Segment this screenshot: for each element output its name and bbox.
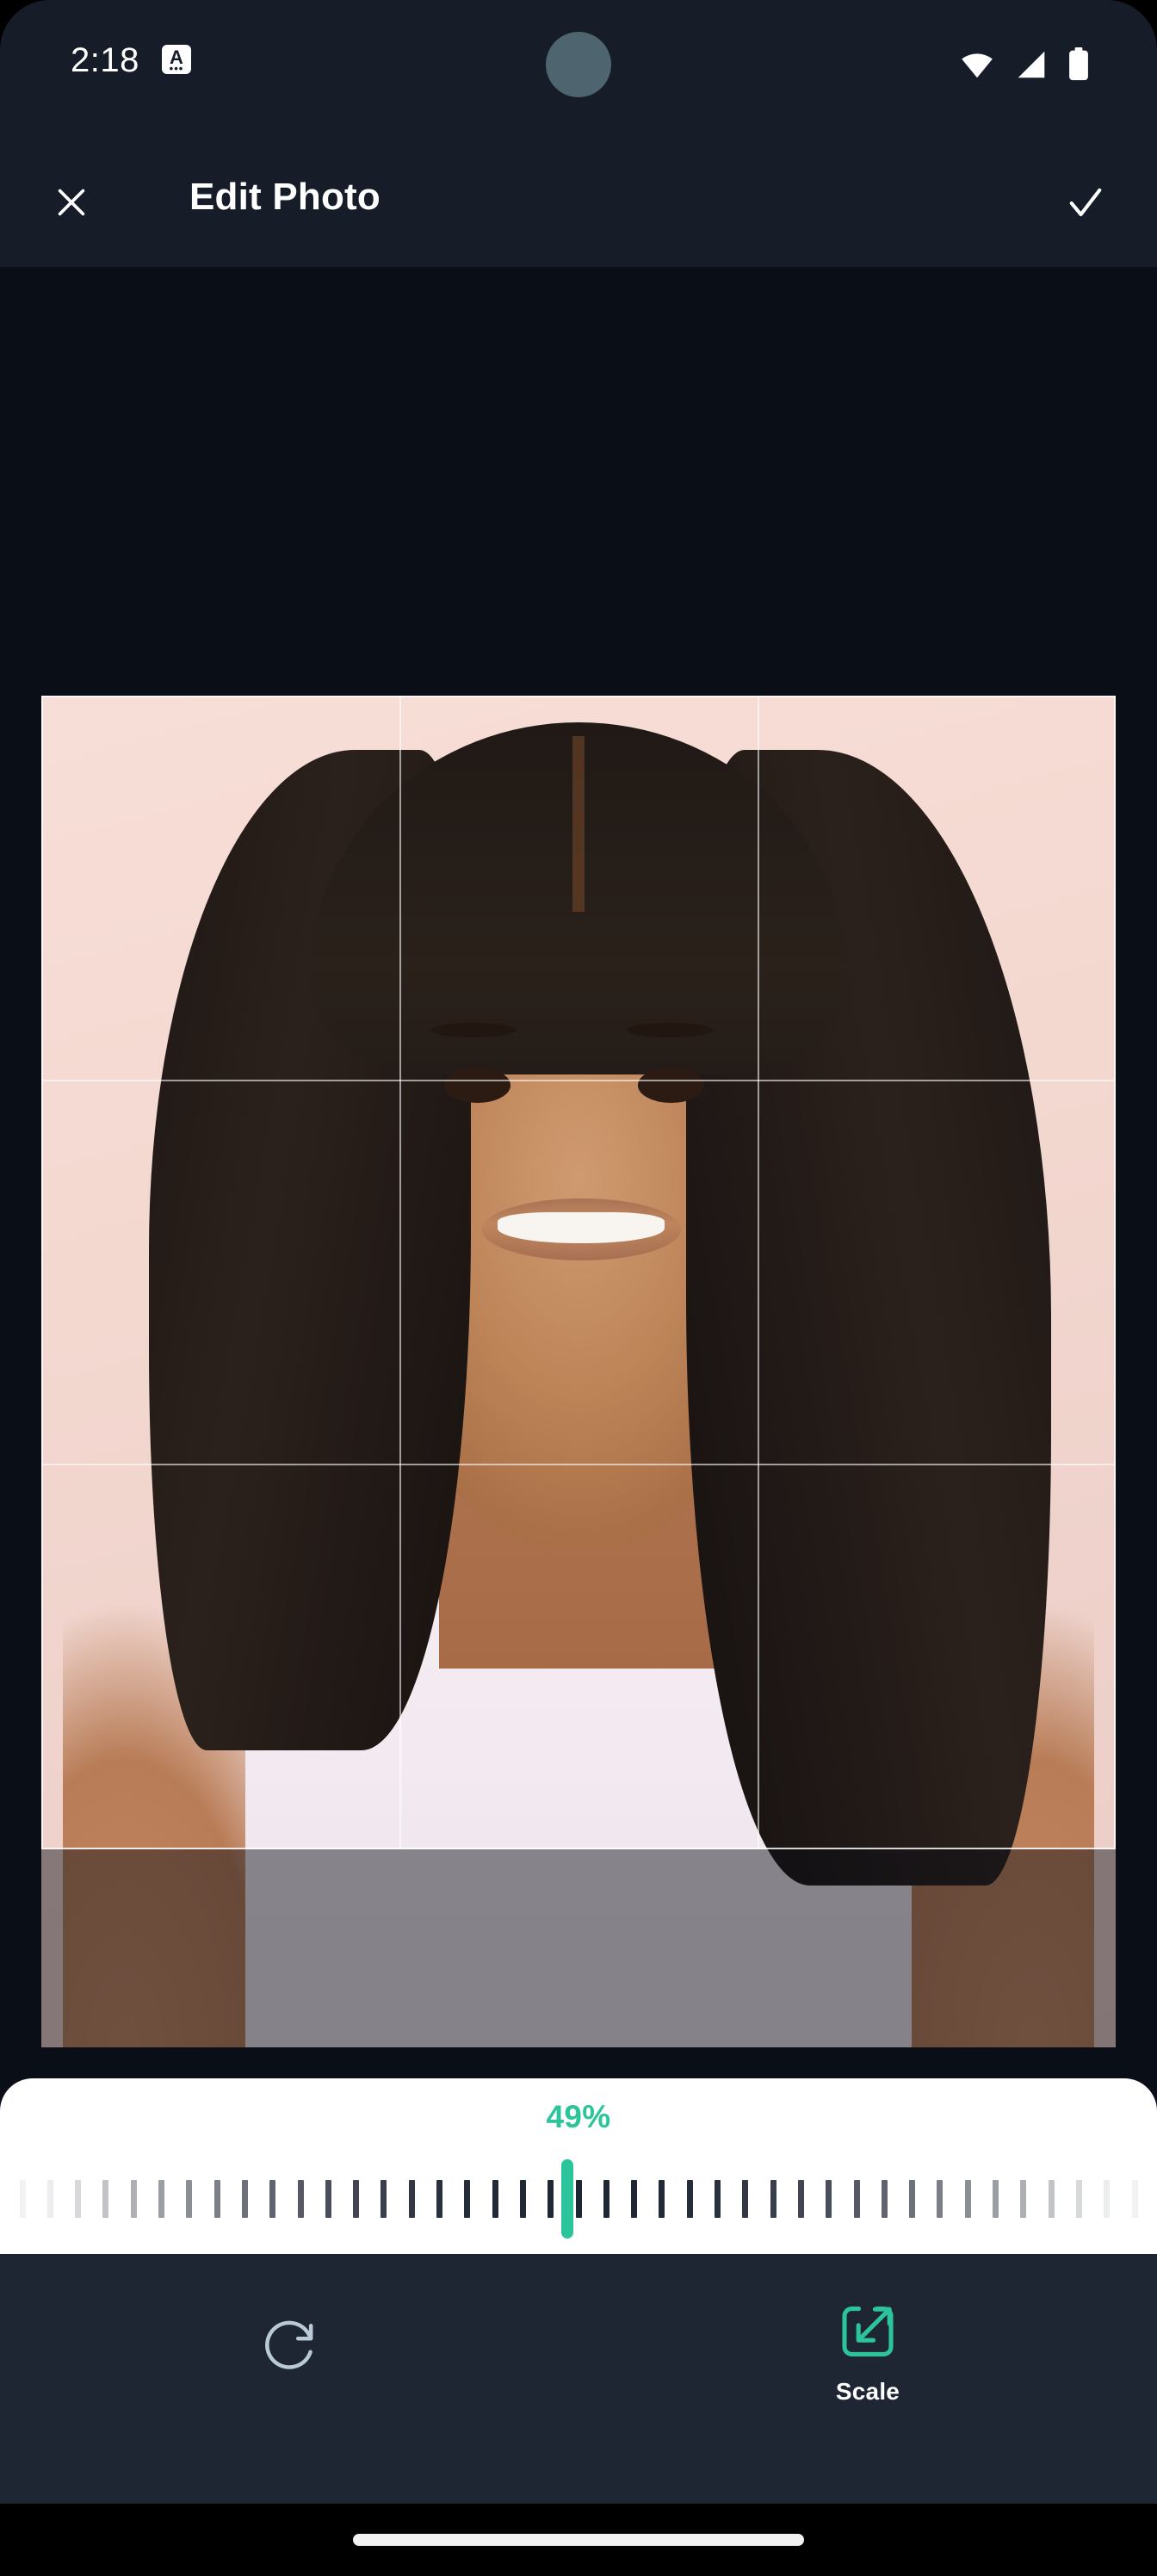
ruler-tick — [826, 2180, 832, 2218]
check-icon — [1069, 188, 1102, 217]
bottom-toolbar: Scale — [0, 2254, 1157, 2504]
photo-subject-eye-right — [637, 1067, 704, 1103]
ruler-tick — [297, 2180, 304, 2218]
photo-image[interactable] — [41, 696, 1116, 2047]
ruler-tick — [909, 2180, 916, 2218]
crop-dim-bottom — [41, 1849, 1116, 2047]
ruler-tick — [381, 2180, 387, 2218]
ruler-tick — [797, 2180, 804, 2218]
ruler-tick — [1104, 2180, 1111, 2218]
scale-ruler[interactable] — [0, 2159, 1157, 2239]
ruler-tick — [102, 2180, 109, 2218]
photo-subject-teeth — [498, 1211, 665, 1243]
photo-bitmap — [41, 696, 1116, 2047]
photo-subject-hair-part — [572, 736, 585, 913]
ruler-tick — [130, 2180, 137, 2218]
close-button[interactable] — [43, 174, 100, 231]
ruler-tick — [408, 2180, 415, 2218]
ruler-tick — [213, 2180, 220, 2218]
battery-icon — [1069, 47, 1088, 81]
ruler-tick — [659, 2180, 665, 2218]
ruler-tick — [603, 2180, 609, 2218]
scale-tool-button[interactable]: Scale — [578, 2254, 1157, 2504]
scale-value-label: 49% — [546, 2099, 611, 2134]
status-icons-group — [959, 47, 1090, 82]
alarm-or-app-badge-icon: A ••• — [162, 45, 191, 74]
scale-icon — [842, 2307, 894, 2356]
scale-tool-label: Scale — [835, 2378, 900, 2405]
ruler-tick — [75, 2180, 82, 2218]
ruler-tick — [519, 2180, 526, 2218]
scale-slider-panel[interactable]: 49% — [0, 2078, 1157, 2254]
ruler-tick — [186, 2180, 193, 2218]
ruler-tick — [631, 2180, 638, 2218]
ruler-tick — [46, 2180, 53, 2218]
cellular-signal-icon — [1018, 51, 1045, 78]
ruler-tick — [548, 2180, 554, 2218]
navigation-bar — [0, 2504, 1157, 2576]
photo-editor-canvas[interactable] — [0, 267, 1157, 2161]
rotate-icon — [265, 2320, 313, 2369]
camera-cutout — [546, 32, 611, 97]
ruler-tick — [686, 2180, 693, 2218]
ruler-tick — [464, 2180, 471, 2218]
status-time: 2:18 — [71, 41, 139, 79]
ruler-tick — [937, 2180, 944, 2218]
ruler-tick — [853, 2180, 860, 2218]
ruler-tick — [1048, 2180, 1055, 2218]
scale-slider-thumb[interactable] — [561, 2159, 574, 2239]
ruler-tick — [993, 2180, 999, 2218]
ruler-tick — [575, 2180, 582, 2218]
ruler-tick — [742, 2180, 749, 2218]
photo-subject-eyebrow-left — [430, 1022, 517, 1038]
ruler-tick — [436, 2180, 442, 2218]
close-icon — [58, 189, 85, 216]
ruler-tick — [269, 2180, 276, 2218]
phone-screenshot: 2:18 A ••• Edit Photo 49% Scale — [0, 0, 1157, 2576]
ruler-tick — [881, 2180, 888, 2218]
photo-subject-eye-left — [444, 1067, 511, 1103]
rotate-tool-button[interactable] — [0, 2254, 578, 2504]
badge-dots: ••• — [169, 62, 184, 74]
ruler-tick — [492, 2180, 498, 2218]
confirm-button[interactable] — [1057, 174, 1114, 231]
photo-subject-eyebrow-right — [627, 1022, 713, 1038]
ruler-tick — [715, 2180, 721, 2218]
app-bar: Edit Photo — [0, 138, 1157, 267]
ruler-tick — [158, 2180, 164, 2218]
ruler-tick — [353, 2180, 360, 2218]
home-indicator[interactable] — [353, 2534, 804, 2546]
ruler-tick — [1075, 2180, 1082, 2218]
ruler-tick — [1131, 2180, 1138, 2218]
ruler-tick — [770, 2180, 776, 2218]
page-title: Edit Photo — [189, 176, 381, 218]
ruler-tick — [241, 2180, 248, 2218]
wifi-icon — [962, 53, 993, 78]
ruler-tick — [964, 2180, 971, 2218]
ruler-tick — [325, 2180, 331, 2218]
ruler-tick — [1020, 2180, 1027, 2218]
ruler-tick — [19, 2180, 26, 2218]
device-screen: 2:18 A ••• Edit Photo 49% Scale — [0, 0, 1157, 2504]
